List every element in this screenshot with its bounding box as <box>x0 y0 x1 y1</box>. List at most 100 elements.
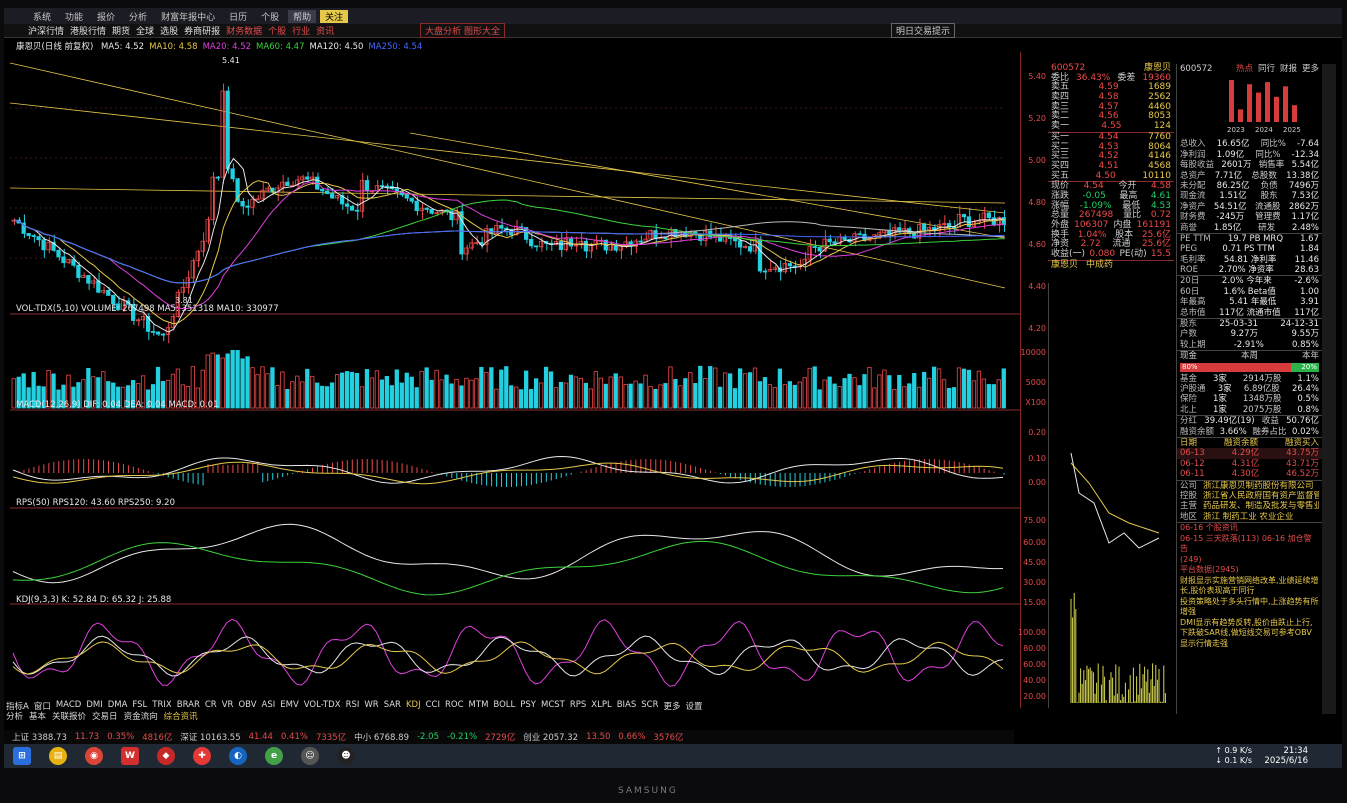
toolbar-item-3[interactable]: 全球 <box>136 24 154 37</box>
toolbar-alert-box[interactable]: 大盘分析 图形大全 <box>420 23 506 38</box>
toolbar-item-4[interactable]: 选股 <box>160 24 178 37</box>
toolbar-item-7[interactable]: 个股 <box>268 24 286 37</box>
menu-item-0[interactable]: 系统 <box>28 10 56 23</box>
folder-icon[interactable]: ▤ <box>49 747 67 765</box>
indicator-tab[interactable]: 窗口 <box>34 700 51 712</box>
indicator-tab[interactable]: SAR <box>384 700 401 710</box>
fund-cell: 16.65亿 <box>1216 139 1250 150</box>
indicator-tab[interactable]: SCR <box>641 700 658 710</box>
wps-icon[interactable]: W <box>121 747 139 765</box>
fund-tab-0[interactable]: 热点 <box>1236 64 1253 74</box>
function-tab[interactable]: 交易日 <box>92 710 118 722</box>
indicator-tab[interactable]: OBV <box>238 700 256 710</box>
indicator-tab[interactable]: BIAS <box>617 700 637 710</box>
fund-tab-1[interactable]: 同行 <box>1258 64 1275 74</box>
indicator-tab[interactable]: CCI <box>426 700 440 710</box>
indicator-tab[interactable]: WR <box>364 700 378 710</box>
candle-body <box>230 168 235 180</box>
volume-bar <box>752 367 758 409</box>
news-item[interactable]: 财报显示实施营销网络改革,业绩延续增长,股价表现高于同行 <box>1177 576 1322 597</box>
news-item[interactable]: 平台数据(2945) <box>1177 565 1322 576</box>
qq-icon[interactable]: ☻ <box>337 747 355 765</box>
fund-tab-2[interactable]: 财报 <box>1280 64 1297 74</box>
news-item[interactable]: 06-15 三天跌落(113) 06-16 加仓警告 <box>1177 534 1322 555</box>
sell-row[interactable]: 卖一 4.55 124 <box>1048 121 1174 132</box>
start-icon[interactable]: ⊞ <box>13 747 31 765</box>
indicator-tab[interactable]: VR <box>222 700 234 710</box>
toolbar-item-9[interactable]: 资讯 <box>316 24 334 37</box>
indicator-tab[interactable]: 设置 <box>686 700 703 712</box>
toolbar-item-6[interactable]: 财务数据 <box>226 24 262 37</box>
menu-item-8[interactable]: 关注 <box>320 9 349 23</box>
indicator-tab[interactable]: EMV <box>280 700 299 710</box>
indicator-tab[interactable]: DMA <box>108 700 128 710</box>
fund-cell: 销售率 <box>1258 160 1285 171</box>
margin-row[interactable]: 06-13 4.29亿 43.75万 <box>1177 448 1322 459</box>
candle-body <box>499 225 504 229</box>
fund-tab-3[interactable]: 更多 <box>1302 64 1319 74</box>
indicator-tab[interactable]: KDJ <box>406 700 421 710</box>
app-red-icon[interactable]: ◆ <box>157 747 175 765</box>
toolbar-item-1[interactable]: 港股行情 <box>70 24 106 37</box>
flow-label-week[interactable]: 本周 <box>1241 351 1258 361</box>
tab-sector[interactable]: 中成药 <box>1086 260 1113 270</box>
margin-row[interactable]: 06-11 4.30亿 46.52万 <box>1177 469 1322 479</box>
person-icon[interactable]: ☺ <box>301 747 319 765</box>
indicator-tab[interactable]: MTM <box>469 700 489 710</box>
fund-cell: 流通股 <box>1255 201 1281 212</box>
menu-item-6[interactable]: 个股 <box>256 10 284 23</box>
menu-item-5[interactable]: 日历 <box>224 10 252 23</box>
toolbar-item-8[interactable]: 行业 <box>292 24 310 37</box>
function-tab[interactable]: 资金流向 <box>124 710 158 722</box>
indicator-tab[interactable]: FSL <box>132 700 147 710</box>
indicator-tab[interactable]: MCST <box>541 700 565 710</box>
indicator-tab[interactable]: RPS <box>570 700 586 710</box>
function-tab[interactable]: 关联报价 <box>52 710 86 722</box>
fund-row: 基金 3家 2914万股 1.1% <box>1177 374 1322 384</box>
browser-360-icon[interactable]: e <box>265 747 283 765</box>
menu-item-1[interactable]: 功能 <box>60 10 88 23</box>
toolbar-item-2[interactable]: 期货 <box>112 24 130 37</box>
menu-item-7[interactable]: 帮助 <box>288 9 317 23</box>
clock[interactable]: 21:34 2025/6/16 <box>1264 746 1308 766</box>
indicator-tab[interactable]: BRAR <box>177 700 200 710</box>
news-item[interactable]: (249) <box>1177 555 1322 566</box>
news-item[interactable]: 06-16 个股资讯 <box>1177 523 1322 534</box>
trading-app-icon[interactable]: ✚ <box>193 747 211 765</box>
chart-area[interactable]: 康恩贝(日线 前复权) MA5: 4.52 MA10: 4.58 MA20: 4.5… <box>10 38 1020 708</box>
menu-item-2[interactable]: 报价 <box>92 10 120 23</box>
indicator-tab[interactable]: DMI <box>86 700 102 710</box>
indicator-tab[interactable]: ROC <box>445 700 464 710</box>
indicator-tab[interactable]: BOLL <box>493 700 515 710</box>
right-scrollbar[interactable] <box>1322 64 1336 714</box>
menu-item-3[interactable]: 分析 <box>124 10 152 23</box>
net-speed: ↑ 0.9 K/s ↓ 0.1 K/s <box>1215 746 1252 766</box>
toolbar-item-0[interactable]: 沪深行情 <box>28 24 64 37</box>
indicator-tab[interactable]: TRIX <box>152 700 171 710</box>
fund-cell: 每股收益 <box>1180 160 1215 171</box>
function-tab[interactable]: 综合资讯 <box>164 710 198 722</box>
toolbar-item-5[interactable]: 券商研报 <box>184 24 220 37</box>
flow-label-year[interactable]: 本年 <box>1302 351 1319 361</box>
indicator-tab[interactable]: CR <box>205 700 217 710</box>
indicator-tab[interactable]: XLPL <box>591 700 611 710</box>
indicator-tab[interactable]: PSY <box>520 700 536 710</box>
news-item[interactable]: DMI显示有趋势反转,股价由跌止上行,下跌破SAR线,做短线交易可参考OBV显示… <box>1177 618 1322 650</box>
axis-tick: 0.20 <box>1028 428 1046 437</box>
function-tab[interactable]: 分析 <box>6 710 23 722</box>
indicator-tab[interactable]: 指标A <box>6 700 29 712</box>
indicator-tab[interactable]: VOL-TDX <box>304 700 341 710</box>
chrome-icon[interactable]: ◉ <box>85 747 103 765</box>
toolbar-tip-box[interactable]: 明日交易提示 <box>891 23 956 38</box>
function-tab[interactable]: 基本 <box>29 710 46 722</box>
buy-row[interactable]: 买五 4.50 10110 <box>1048 171 1174 182</box>
indicator-tab[interactable]: ASI <box>262 700 276 710</box>
news-item[interactable]: 投资策略处于多头行情中,上涨趋势有所增强 <box>1177 597 1322 618</box>
indicator-tab[interactable]: RSI <box>346 700 360 710</box>
indicator-tab[interactable]: MACD <box>56 700 81 710</box>
menu-item-4[interactable]: 财富年报中心 <box>156 10 220 23</box>
tab-stock[interactable]: 康恩贝 <box>1051 260 1078 270</box>
margin-row[interactable]: 06-12 4.31亿 43.71万 <box>1177 459 1322 469</box>
indicator-tab[interactable]: 更多 <box>664 700 681 712</box>
broker-app-icon[interactable]: ◐ <box>229 747 247 765</box>
